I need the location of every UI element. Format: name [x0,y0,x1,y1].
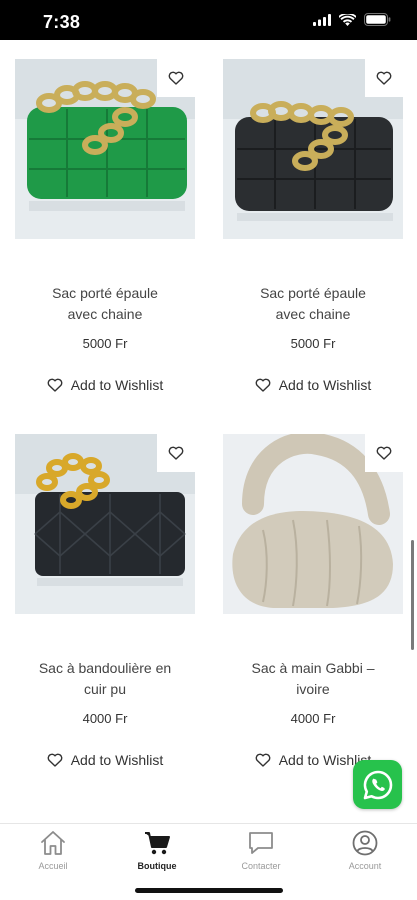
signal-icon [313,13,331,26]
product-title-line: ivoire [296,681,330,697]
add-to-wishlist-button[interactable]: Add to Wishlist [223,377,403,393]
status-time: 7:38 [43,12,81,32]
product-title[interactable]: Sac à bandoulière en cuir pu [15,658,195,700]
product-title[interactable]: Sac porté épaule avec chaine [223,283,403,325]
add-to-wishlist-button[interactable]: Add to Wishlist [15,752,195,768]
heart-icon [47,378,63,392]
product-image[interactable] [15,59,195,239]
product-title-line: Sac porté épaule [260,285,366,301]
home-indicator [135,888,283,893]
tab-accueil[interactable]: Accueil [1,828,105,876]
cart-icon [145,832,170,855]
product-title-line: avec chaine [67,306,143,322]
tab-label: Contacter [241,861,281,871]
product-title-line: Sac porté épaule [52,285,158,301]
heart-icon [47,753,63,767]
tab-label: Accueil [38,861,68,871]
tab-label: Account [348,861,382,871]
product-price: 4000 Fr [82,711,128,726]
heart-icon [168,446,184,460]
product-price: 5000 Fr [82,336,128,351]
battery-icon [364,13,391,26]
product-title-line: avec chaine [275,306,351,322]
chat-icon [249,832,273,854]
scrollbar[interactable] [411,540,414,650]
product-title[interactable]: Sac porté épaule avec chaine [15,283,195,325]
product-image[interactable] [15,434,195,614]
status-bar: 7:38 [0,0,417,40]
heart-icon [376,71,392,85]
wishlist-heart-button[interactable] [365,434,403,472]
product-price: 5000 Fr [290,336,336,351]
tab-contacter[interactable]: Contacter [209,828,313,876]
product-title-line: Sac à main Gabbi – [251,660,375,676]
heart-icon [255,753,271,767]
add-to-wishlist-label: Add to Wishlist [278,377,372,393]
product-title[interactable]: Sac à main Gabbi – ivoire [223,658,403,700]
whatsapp-icon [363,770,392,799]
heart-icon [168,71,184,85]
product-image[interactable] [223,434,403,614]
add-to-wishlist-label: Add to Wishlist [70,377,164,393]
product-title-line: Sac à bandoulière en [38,660,172,676]
heart-icon [376,446,392,460]
product-price: 4000 Fr [290,711,336,726]
tab-boutique[interactable]: Boutique [105,828,209,876]
add-to-wishlist-button[interactable]: Add to Wishlist [15,377,195,393]
wishlist-heart-button[interactable] [157,59,195,97]
status-icons [313,13,391,26]
wishlist-heart-button[interactable] [365,59,403,97]
whatsapp-button[interactable] [353,760,402,809]
product-image[interactable] [223,59,403,239]
account-icon [352,830,378,856]
wishlist-heart-button[interactable] [157,434,195,472]
home-icon [41,831,65,855]
product-title-line: cuir pu [83,681,127,697]
tab-label: Boutique [137,861,177,871]
wifi-icon [339,13,356,26]
add-to-wishlist-label: Add to Wishlist [70,752,164,768]
tab-account[interactable]: Account [313,828,417,876]
heart-icon [255,378,271,392]
